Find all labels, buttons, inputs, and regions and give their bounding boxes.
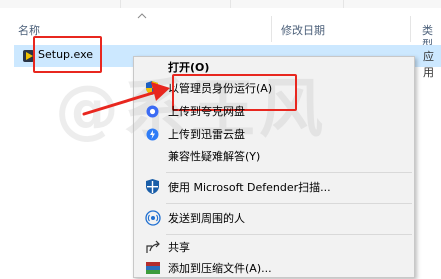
column-divider[interactable] bbox=[410, 16, 411, 42]
top-divider-3 bbox=[343, 0, 344, 8]
menu-item-upload-thunder[interactable]: 上传到迅雷云盘 bbox=[168, 128, 245, 142]
thunder-cloud-icon bbox=[146, 128, 159, 144]
nearby-share-icon bbox=[145, 210, 161, 229]
menu-item-compat-troubleshoot[interactable]: 兼容性疑难解答(Y) bbox=[168, 150, 260, 164]
share-icon bbox=[146, 240, 161, 257]
file-type: 应用 bbox=[423, 50, 434, 79]
top-divider-2 bbox=[230, 0, 231, 8]
menu-item-share[interactable]: 共享 bbox=[168, 241, 190, 255]
menu-item-add-archive[interactable]: 添加到压缩文件(A)... bbox=[168, 262, 272, 276]
menu-separator bbox=[166, 203, 412, 204]
defender-icon bbox=[144, 178, 161, 198]
column-header-date[interactable]: 修改日期 bbox=[281, 24, 325, 38]
sort-up-icon bbox=[137, 11, 147, 22]
menu-item-upload-quark[interactable]: 上传到夸克网盘 bbox=[168, 105, 245, 119]
menu-separator bbox=[166, 172, 412, 173]
menu-item-nearby-share[interactable]: 发送到周围的人 bbox=[168, 212, 245, 226]
column-divider[interactable] bbox=[271, 16, 272, 42]
red-arrow-annotation bbox=[80, 78, 175, 123]
menu-item-defender-scan[interactable]: 使用 Microsoft Defender扫描... bbox=[168, 181, 331, 195]
menu-separator bbox=[166, 234, 412, 235]
archive-icon bbox=[146, 262, 160, 279]
top-divider-1 bbox=[120, 0, 121, 8]
top-strip bbox=[0, 0, 441, 8]
menu-item-open[interactable]: 打开(O) bbox=[168, 61, 209, 75]
